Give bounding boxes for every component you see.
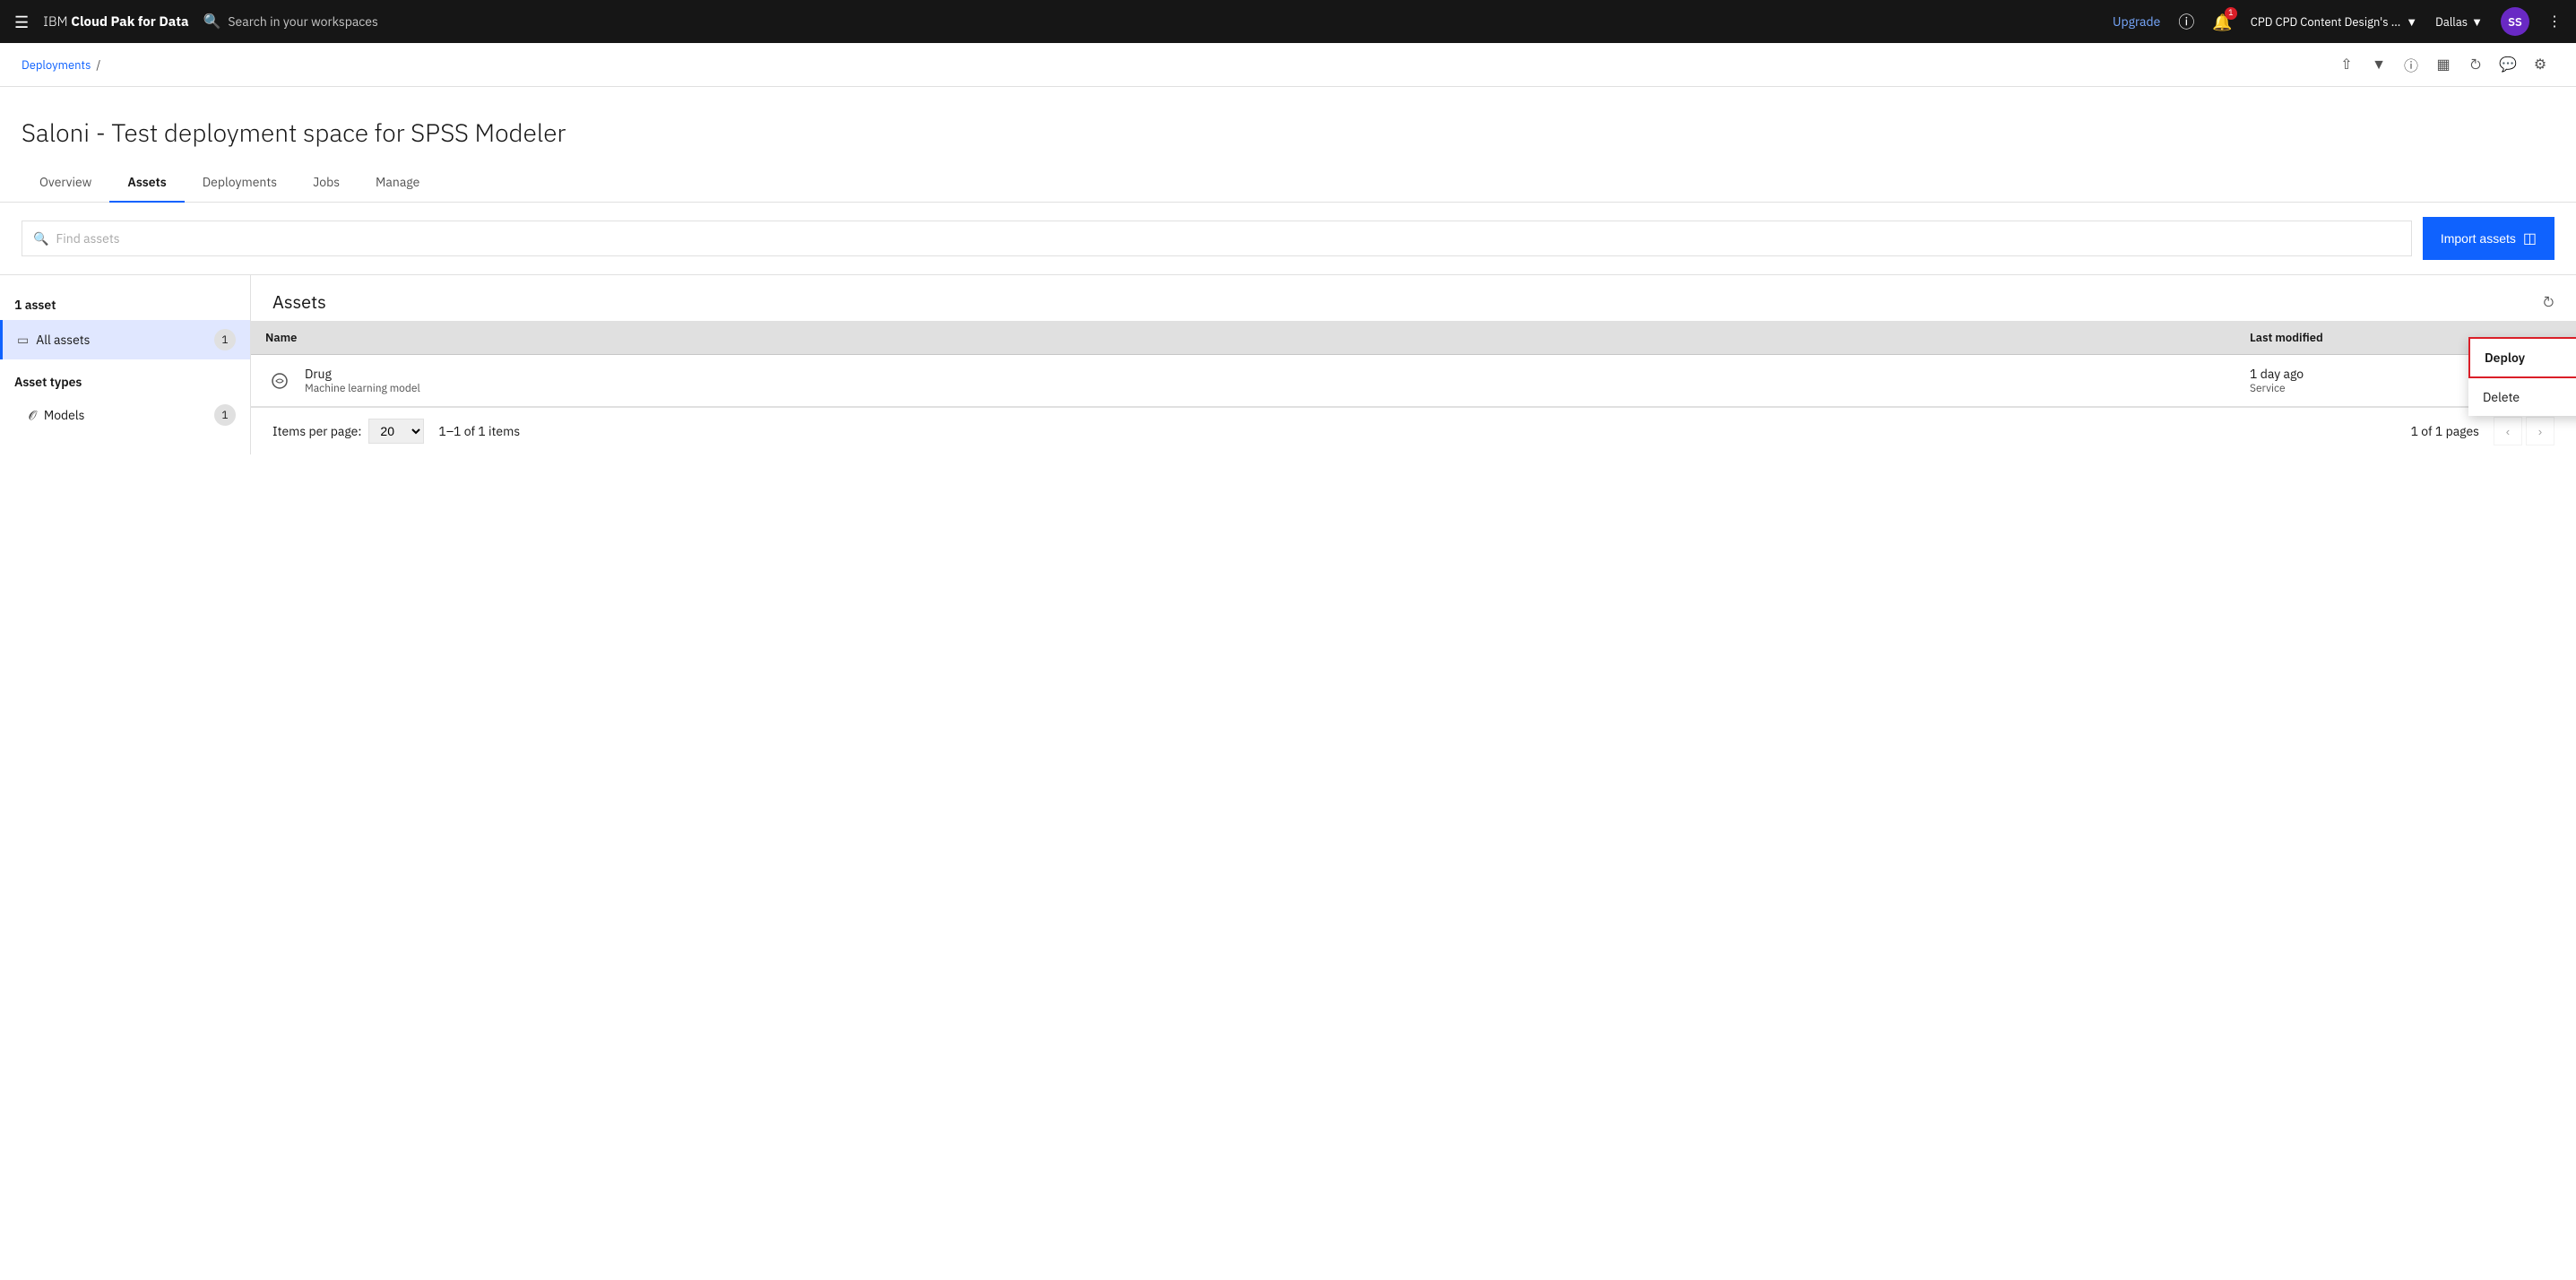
tab-assets[interactable]: Assets	[109, 163, 184, 203]
search-icon: 🔍	[33, 230, 48, 246]
deploy-label: Deploy	[2485, 350, 2525, 366]
asset-row-name: Drug	[305, 366, 420, 382]
toolbar-icons: ⇧ ▼ ⓘ ▦ ↻ 💬 ⚙	[2332, 50, 2554, 79]
import-assets-button[interactable]: Import assets ◫	[2423, 217, 2554, 260]
asset-type-icon	[265, 367, 294, 395]
items-per-page-label: Items per page:	[272, 423, 361, 439]
top-nav: ☰ IBM Cloud Pak for Data 🔍 Search in you…	[0, 0, 2576, 43]
sidebar-item-models[interactable]: 𝓞 Models 1	[0, 397, 250, 433]
page-nav: ‹ ›	[2494, 417, 2554, 445]
workspace-label: CPD CPD Content Design's ...	[2251, 14, 2401, 30]
nav-right: Upgrade ⓘ 🔔 1 CPD CPD Content Design's .…	[2113, 7, 2562, 36]
export-chevron-icon[interactable]: ▼	[2364, 50, 2393, 79]
find-assets-search[interactable]: 🔍 Find assets	[22, 221, 2412, 256]
asset-row-type: Machine learning model	[305, 382, 420, 395]
asset-count-label: 1 asset	[0, 290, 250, 320]
avatar[interactable]: SS	[2501, 7, 2529, 36]
asset-types-heading: Asset types	[0, 359, 250, 397]
info-icon[interactable]: ⓘ	[2397, 50, 2425, 79]
page-range-label: 1–1 of 1 items	[438, 423, 520, 439]
search-icon: 🔍	[203, 13, 221, 30]
model-icon: 𝓞	[29, 407, 37, 423]
tab-deployments[interactable]: Deployments	[185, 163, 295, 203]
next-page-button[interactable]: ›	[2526, 417, 2554, 445]
settings-icon[interactable]: ⚙	[2526, 50, 2554, 79]
history-icon[interactable]: ↻	[2461, 50, 2490, 79]
notification-icon[interactable]: 🔔 1	[2212, 12, 2232, 32]
page-header: Saloni - Test deployment space for SPSS …	[0, 87, 2576, 163]
tab-jobs[interactable]: Jobs	[295, 163, 358, 203]
table-row: Drug Machine learning model 1 day ago Se…	[251, 355, 2576, 407]
items-per-page-control: Items per page: 20 50 100	[272, 419, 424, 444]
tabs-bar: Overview Assets Deployments Jobs Manage	[0, 163, 2576, 203]
models-label: Models	[44, 407, 85, 423]
page-count-label: 1 of 1 pages	[2411, 423, 2479, 439]
region-selector[interactable]: Dallas ▼	[2435, 14, 2483, 30]
workspace-selector[interactable]: CPD CPD Content Design's ... ▼	[2251, 14, 2417, 30]
region-chevron-icon: ▼	[2471, 14, 2483, 30]
sidebar-item-all-assets[interactable]: ▭ All assets 1	[0, 320, 250, 359]
context-menu-delete[interactable]: Delete	[2468, 378, 2576, 416]
tab-manage[interactable]: Manage	[358, 163, 437, 203]
breadcrumb: Deployments /	[22, 57, 100, 73]
region-label: Dallas	[2435, 14, 2468, 30]
page-title: Saloni - Test deployment space for SPSS …	[22, 116, 2554, 149]
asset-name-col: Drug Machine learning model	[265, 366, 2250, 395]
models-count: 1	[214, 404, 236, 426]
prev-page-button[interactable]: ‹	[2494, 417, 2522, 445]
global-search-bar[interactable]: 🔍 Search in your workspaces	[203, 13, 2098, 30]
all-assets-count: 1	[214, 329, 236, 350]
export-icon[interactable]: ⇧	[2332, 50, 2361, 79]
context-menu-dropdown: Deploy Deploy Delete	[2468, 337, 2576, 416]
table-header: Name Last modified	[251, 321, 2576, 355]
breadcrumb-deployments-link[interactable]: Deployments	[22, 57, 91, 73]
delete-label: Delete	[2483, 389, 2520, 405]
search-placeholder: Search in your workspaces	[228, 13, 377, 30]
hamburger-menu-icon[interactable]: ☰	[14, 12, 29, 32]
diagram-icon[interactable]: ▦	[2429, 50, 2458, 79]
search-import-row: 🔍 Find assets Import assets ◫	[0, 203, 2576, 275]
pagination-bar: Items per page: 20 50 100 1–1 of 1 items…	[251, 407, 2576, 454]
app-brand: IBM Cloud Pak for Data	[43, 13, 188, 30]
import-assets-label: Import assets	[2441, 231, 2516, 246]
workspace-chevron-icon: ▼	[2406, 14, 2417, 30]
assets-panel: Assets ↻ Name Last modified Drug Machine	[251, 275, 2576, 454]
assets-panel-title: Assets ↻	[251, 275, 2576, 321]
upgrade-button[interactable]: Upgrade	[2113, 13, 2160, 30]
notification-badge: 1	[2225, 7, 2237, 20]
main-panel: 1 asset ▭ All assets 1 Asset types 𝓞 Mod…	[0, 275, 2576, 454]
app-switcher-icon[interactable]: ⋮	[2547, 13, 2562, 30]
page-info: 1 of 1 pages	[2411, 423, 2479, 439]
refresh-icon[interactable]: ↻	[2543, 293, 2554, 311]
help-icon[interactable]: ⓘ	[2178, 10, 2194, 33]
chat-icon[interactable]: 💬	[2494, 50, 2522, 79]
import-assets-icon: ◫	[2523, 229, 2537, 247]
breadcrumb-toolbar: Deployments / ⇧ ▼ ⓘ ▦ ↻ 💬 ⚙	[0, 43, 2576, 87]
context-menu-deploy[interactable]: Deploy Deploy	[2468, 337, 2576, 378]
breadcrumb-separator: /	[96, 57, 100, 73]
all-assets-label: All assets	[36, 332, 90, 348]
sidebar: 1 asset ▭ All assets 1 Asset types 𝓞 Mod…	[0, 275, 251, 454]
all-assets-icon: ▭	[17, 332, 29, 348]
tab-overview[interactable]: Overview	[22, 163, 109, 203]
col-header-name: Name	[265, 330, 2250, 345]
search-placeholder-text: Find assets	[56, 230, 119, 246]
items-per-page-select[interactable]: 20 50 100	[368, 419, 424, 444]
